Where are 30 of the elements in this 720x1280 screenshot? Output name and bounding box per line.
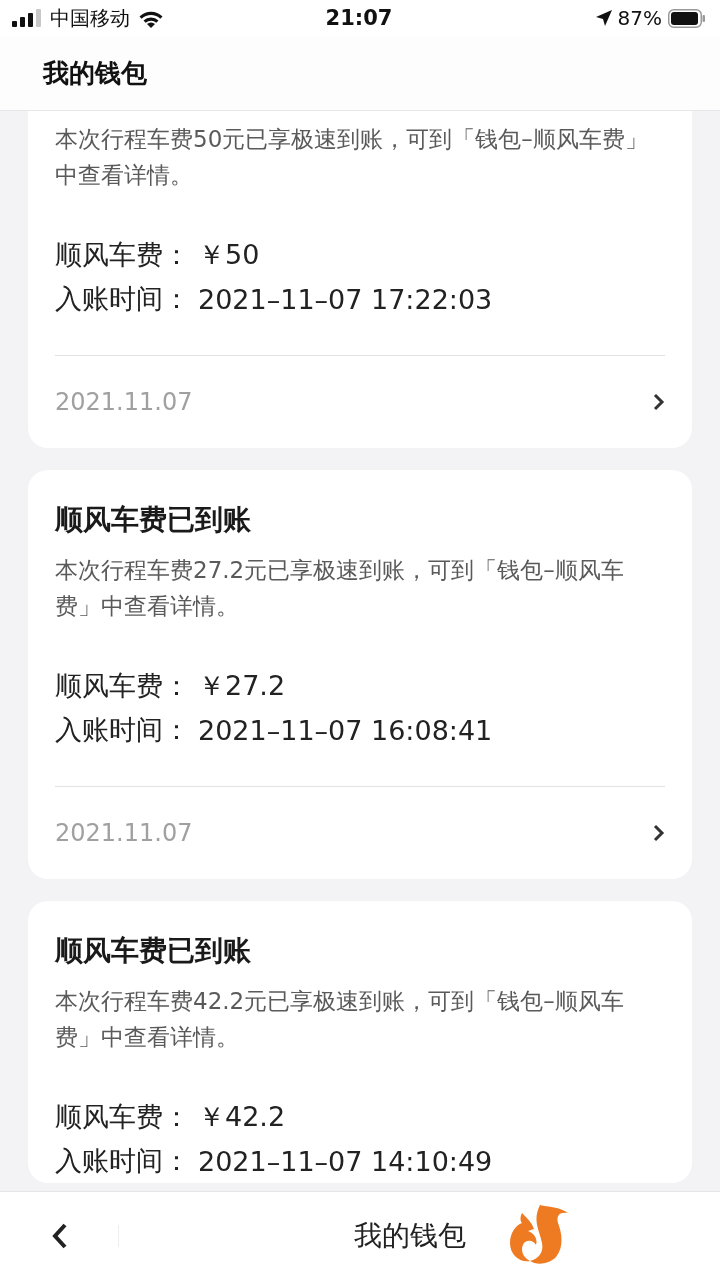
time-value: 2021–11–07 14:10:49 (198, 1145, 493, 1177)
time-label: 入账时间： (55, 713, 190, 747)
bottom-title: 我的钱包 (354, 1218, 466, 1254)
card-title: 顺风车费已到账 (55, 502, 252, 538)
card-date: 2021.11.07 (55, 388, 193, 416)
card-date: 2021.11.07 (55, 819, 193, 847)
time-label: 入账时间： (55, 282, 190, 316)
signal-icon (12, 9, 42, 27)
card-title: 顺风车费已到账 (55, 933, 252, 969)
fee-label: 顺风车费： (55, 238, 190, 272)
back-icon (52, 1222, 68, 1250)
time-label: 入账时间： (55, 1144, 190, 1178)
page-title: 我的钱包 (43, 56, 147, 90)
fee-amount: ￥27.2 (198, 669, 286, 703)
card-description: 本次行程车费27.2元已享极速到账，可到「钱包–顺风车费」中查看详情。 (55, 556, 625, 621)
clock-time: 21:07 (325, 6, 393, 30)
card-description: 本次行程车费50元已享极速到账，可到「钱包–顺风车费」中查看详情。 (55, 125, 649, 190)
fee-label: 顺风车费： (55, 669, 190, 703)
carrier-name: 中国移动 (50, 4, 130, 32)
battery-icon (668, 8, 706, 28)
fee-amount: ￥42.2 (198, 1100, 286, 1134)
time-value: 2021–11–07 16:08:41 (198, 714, 493, 746)
battery-percent: 87% (617, 6, 662, 30)
fee-label: 顺风车费： (55, 1100, 190, 1134)
chevron-right-icon (653, 824, 665, 842)
location-arrow-icon (595, 10, 612, 26)
chevron-right-icon (653, 393, 665, 411)
card-description: 本次行程车费42.2元已享极速到账，可到「钱包–顺风车费」中查看详情。 (55, 987, 625, 1052)
fee-amount: ￥50 (198, 238, 260, 272)
time-value: 2021–11–07 17:22:03 (198, 283, 493, 315)
